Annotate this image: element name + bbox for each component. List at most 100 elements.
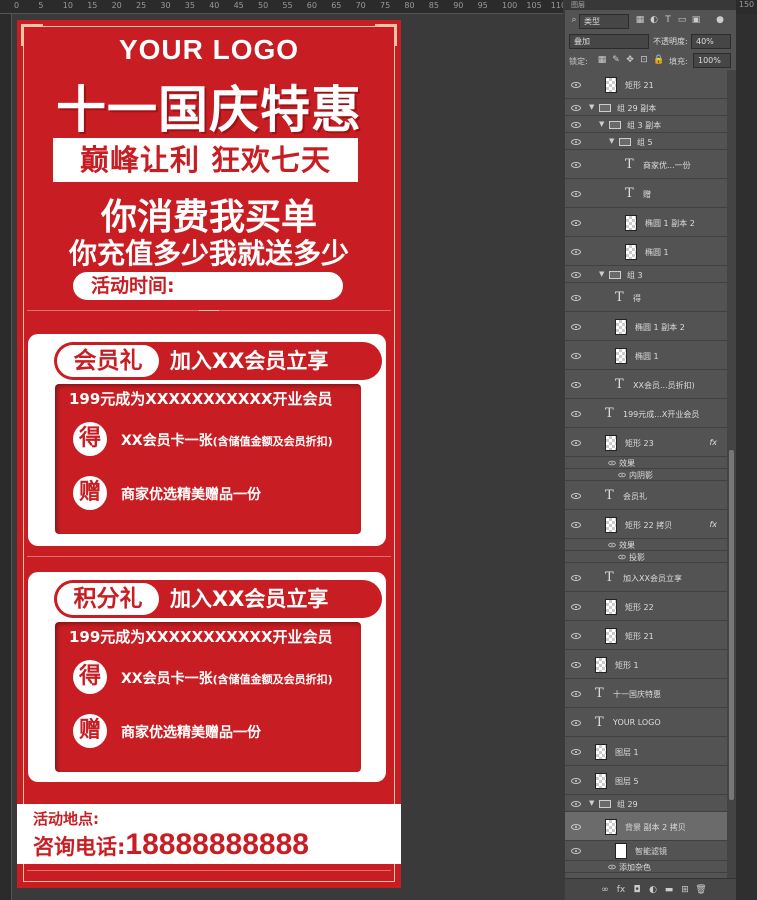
layer-row[interactable]: T得	[565, 283, 727, 312]
layer-row[interactable]: 椭圆 1 副本 2	[565, 208, 727, 237]
layers-scrollbar[interactable]	[727, 70, 736, 878]
layer-row[interactable]: 矩形 21	[565, 621, 727, 650]
layer-row[interactable]: 投影	[565, 551, 727, 563]
chevron-down-icon[interactable]: ▼	[599, 120, 604, 128]
eye-icon[interactable]	[571, 138, 581, 145]
lock-pixels-icon[interactable]: ✎	[611, 55, 621, 65]
layer-row[interactable]: T XX会员...员折扣)	[565, 370, 727, 399]
fx-icon[interactable]: fx	[709, 520, 717, 529]
layer-row[interactable]: 矩形 21	[565, 70, 727, 99]
eye-icon[interactable]	[571, 823, 581, 830]
eye-icon[interactable]	[571, 161, 581, 168]
fx-icon[interactable]: fx	[615, 885, 627, 895]
eye-icon[interactable]	[571, 574, 581, 581]
adjustment-layer-icon[interactable]: ◐	[647, 885, 659, 895]
layer-row[interactable]: ▼ 组 5	[565, 133, 727, 150]
layer-row[interactable]: ▼ 组 29 副本	[565, 99, 727, 116]
text-filter-icon[interactable]: T	[663, 15, 673, 25]
eye-icon[interactable]	[571, 219, 581, 226]
layer-row[interactable]: 椭圆 1 副本 2	[565, 312, 727, 341]
eye-icon[interactable]	[571, 271, 581, 278]
layer-row[interactable]: 内阴影	[565, 469, 727, 481]
eye-icon[interactable]	[571, 603, 581, 610]
lock-artboard-icon[interactable]: ⊡	[639, 55, 649, 65]
layer-row[interactable]: T YOUR LOGO	[565, 708, 727, 737]
chevron-down-icon[interactable]: ▼	[599, 270, 604, 278]
eye-icon[interactable]	[571, 748, 581, 755]
lock-transparent-icon[interactable]: ▦	[597, 55, 607, 65]
layer-row[interactable]: ▼ 组 3 副本	[565, 116, 727, 133]
poster-canvas[interactable]: YOUR LOGO 十一国庆特惠 巅峰让利 狂欢七天 你消费我买单 你充值多少我…	[17, 20, 401, 888]
layer-row[interactable]: 效果	[565, 457, 727, 469]
layer-row[interactable]: T 商家优...一份	[565, 150, 727, 179]
layer-row[interactable]: T 199元成...X开业会员	[565, 399, 727, 428]
fx-icon[interactable]: fx	[709, 438, 717, 447]
left-ruler[interactable]	[0, 14, 12, 900]
fill-field[interactable]: 100%	[693, 53, 731, 68]
chevron-down-icon[interactable]: ▼	[589, 799, 594, 807]
eye-icon[interactable]	[571, 661, 581, 668]
lock-position-icon[interactable]: ✥	[625, 55, 635, 65]
eye-icon[interactable]	[571, 632, 581, 639]
eye-icon[interactable]	[571, 248, 581, 255]
layer-row[interactable]: 图层 5	[565, 766, 727, 795]
chevron-down-icon[interactable]: ▼	[609, 137, 614, 145]
filter-toggle-icon[interactable]: ●	[715, 15, 725, 25]
eye-icon[interactable]	[608, 542, 616, 548]
layer-row[interactable]: 矩形 23 fx	[565, 428, 727, 457]
eye-icon[interactable]	[571, 294, 581, 301]
link-layers-icon[interactable]: ∞	[599, 885, 611, 895]
shape-filter-icon[interactable]: ▭	[677, 15, 687, 25]
panel-tab[interactable]: 图层	[565, 0, 736, 10]
filter-kind-select[interactable]: 类型	[579, 14, 629, 29]
eye-icon[interactable]	[571, 777, 581, 784]
top-ruler[interactable]: 0 5 10 15 20 25 30 35 40 45 50 55 60 65 70 75 80 85 90 95 10…	[0, 0, 563, 14]
mask-icon[interactable]: ◘	[631, 885, 643, 895]
layer-row[interactable]: 效果	[565, 539, 727, 551]
adjustment-filter-icon[interactable]: ◐	[649, 15, 659, 25]
eye-icon[interactable]	[571, 439, 581, 446]
scrollbar-thumb[interactable]	[729, 450, 734, 800]
eye-icon[interactable]	[571, 121, 581, 128]
new-layer-icon[interactable]: ⊞	[679, 885, 691, 895]
layer-row[interactable]: 矩形 1	[565, 650, 727, 679]
layer-row[interactable]: T 加入XX会员立享	[565, 563, 727, 592]
layer-row[interactable]: 背景 副本 2 拷贝	[565, 812, 727, 841]
opacity-field[interactable]: 40%	[691, 34, 731, 49]
layer-row[interactable]: 图层 1	[565, 737, 727, 766]
eye-icon[interactable]	[571, 521, 581, 528]
smart-object-filter-icon[interactable]: ▣	[691, 15, 701, 25]
eye-icon[interactable]	[571, 690, 581, 697]
eye-icon[interactable]	[571, 719, 581, 726]
eye-icon[interactable]	[571, 381, 581, 388]
eye-icon[interactable]	[571, 352, 581, 359]
blend-mode-select[interactable]: 叠加	[569, 34, 649, 49]
layer-row[interactable]: 添加杂色	[565, 861, 727, 873]
layers-list[interactable]: 矩形 21 ▼ 组 29 副本 ▼ 组 3 副本 ▼ 组 5 T 商家优...一份 T 赠椭圆 1 …	[565, 70, 727, 878]
eye-icon[interactable]	[571, 190, 581, 197]
layer-row[interactable]: 矩形 22 拷贝 fx	[565, 510, 727, 539]
eye-icon[interactable]	[571, 410, 581, 417]
eye-icon[interactable]	[618, 554, 626, 560]
eye-icon[interactable]	[571, 492, 581, 499]
eye-icon[interactable]	[608, 460, 616, 466]
layer-row[interactable]: ▼ 组 29	[565, 795, 727, 812]
trash-icon[interactable]: 🗑	[695, 885, 707, 895]
layer-row[interactable]: 矩形 22	[565, 592, 727, 621]
lock-all-icon[interactable]: 🔒	[653, 55, 664, 65]
chevron-down-icon[interactable]: ▼	[589, 103, 594, 111]
pixel-filter-icon[interactable]: ▦	[635, 15, 645, 25]
eye-icon[interactable]	[571, 81, 581, 88]
new-group-icon[interactable]: ▬	[663, 885, 675, 895]
layer-row[interactable]: T 会员礼	[565, 481, 727, 510]
layer-row[interactable]: 椭圆 1	[565, 237, 727, 266]
layer-row[interactable]: 智能滤镜	[565, 841, 727, 861]
eye-icon[interactable]	[571, 800, 581, 807]
layer-row[interactable]: 椭圆 1	[565, 341, 727, 370]
eye-icon[interactable]	[608, 864, 616, 870]
eye-icon[interactable]	[571, 323, 581, 330]
eye-icon[interactable]	[618, 472, 626, 478]
eye-icon[interactable]	[571, 104, 581, 111]
layer-row[interactable]: ▼ 组 3	[565, 266, 727, 283]
layer-row[interactable]: T赠	[565, 179, 727, 208]
